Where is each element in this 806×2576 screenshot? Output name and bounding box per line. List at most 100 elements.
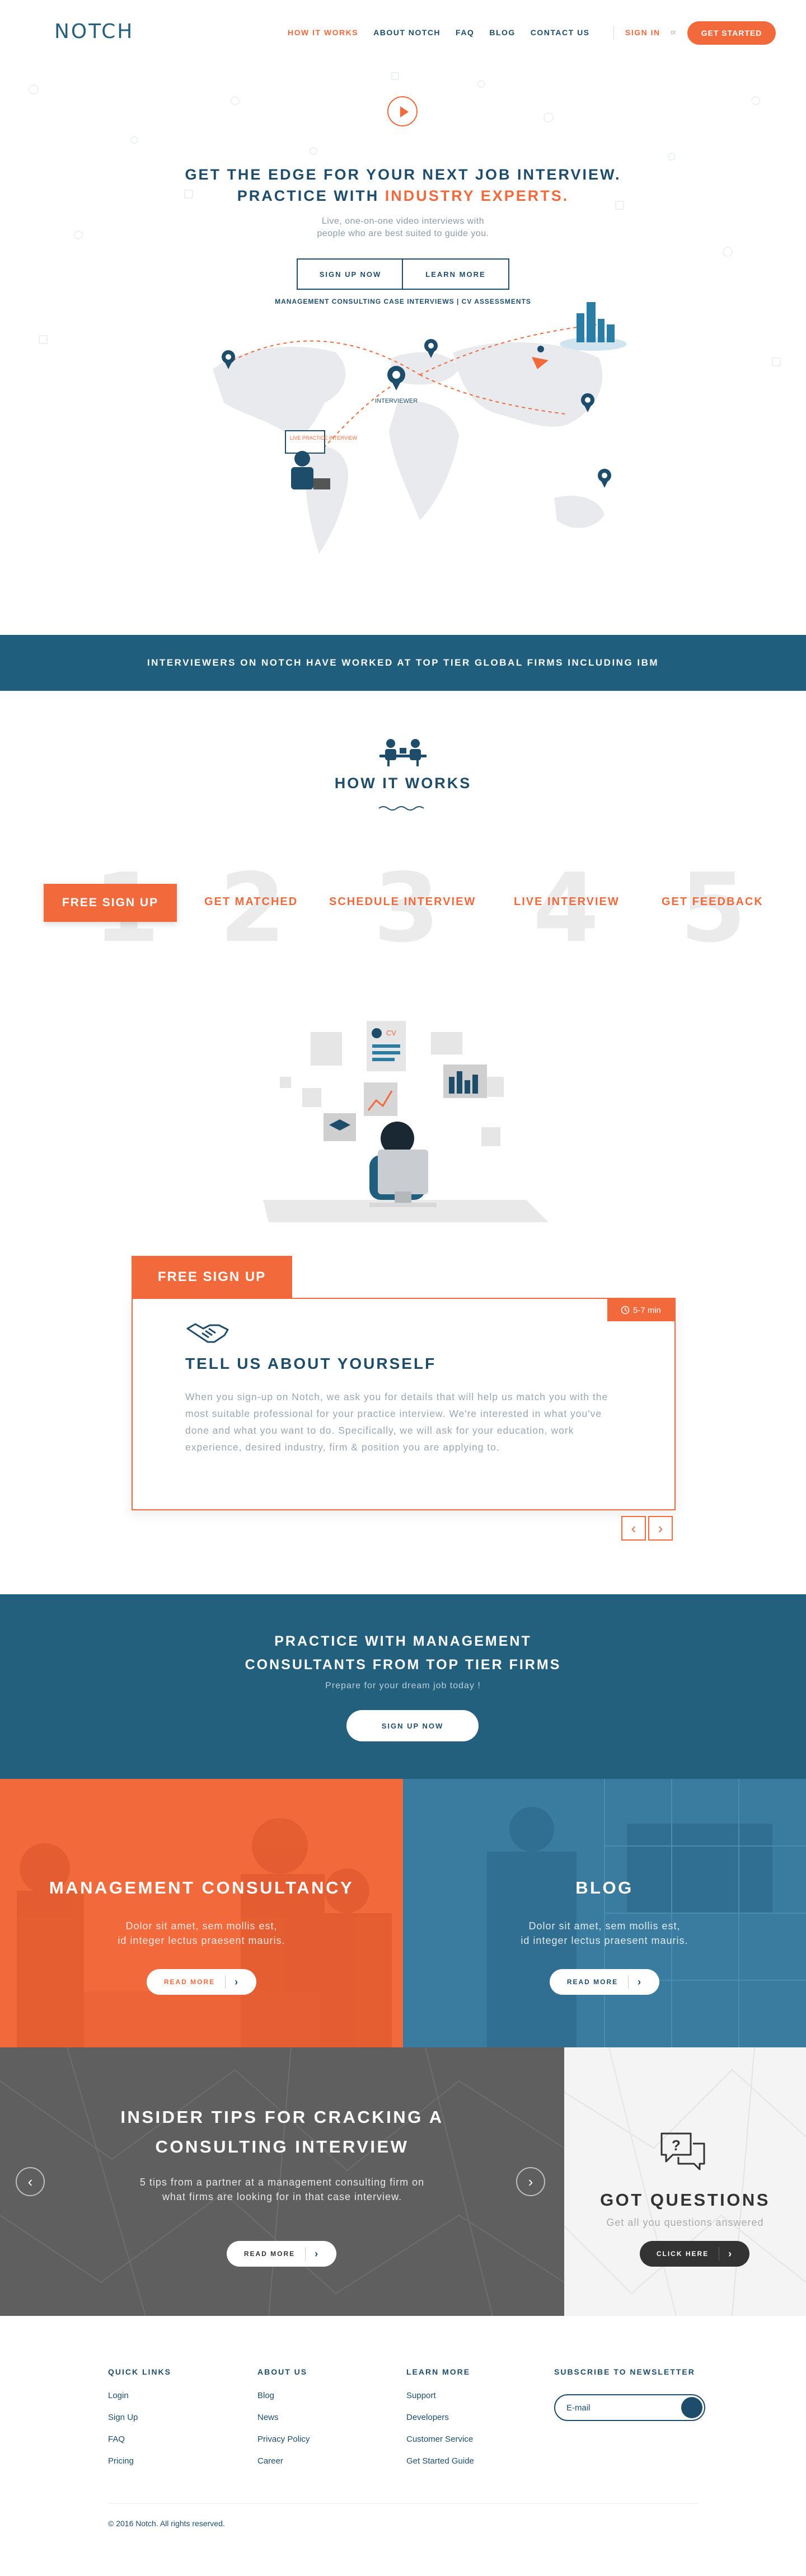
newsletter-submit-button[interactable]: ✉ <box>681 2397 702 2418</box>
main-menu: HOW IT WORKS ABOUT NOTCH FAQ BLOG CONTAC… <box>288 28 590 37</box>
footer-divider <box>108 2503 698 2504</box>
chevron-right-icon: › <box>225 1975 239 1989</box>
handshake-icon <box>186 1323 229 1343</box>
svg-text:?: ? <box>672 2137 681 2154</box>
mc-read-more-button[interactable]: READ MORE › <box>147 1969 256 1995</box>
nav-faq[interactable]: FAQ <box>456 28 474 37</box>
nav-contact[interactable]: CONTACT US <box>531 28 590 37</box>
prev-step-button[interactable]: ‹ <box>621 1516 646 1541</box>
chevron-right-icon: › <box>305 2247 319 2261</box>
step-number-2: 2 <box>219 853 286 964</box>
step-get-matched[interactable]: GET MATCHED <box>204 896 298 908</box>
blog-desc-1: Dolor sit amet, sem mollis est, <box>528 1920 681 1932</box>
nav-about[interactable]: ABOUT NOTCH <box>373 28 441 37</box>
newsletter-email-input[interactable]: E-mail ✉ <box>554 2394 705 2421</box>
meeting-icon <box>379 739 427 766</box>
footer-link-sign-up[interactable]: Sign Up <box>108 2413 171 2422</box>
mail-icon: ✉ <box>692 2405 700 2415</box>
got-questions-tile[interactable]: ? GOT QUESTIONS Get all you questions an… <box>564 2047 806 2316</box>
cv-label: CV <box>386 1029 396 1037</box>
step-free-sign-up[interactable]: FREE SIGN UP <box>44 884 177 922</box>
hero-learn-more-button[interactable]: LEARN MORE <box>402 258 509 290</box>
nav-blog[interactable]: BLOG <box>489 28 515 37</box>
footer-about: ABOUT US Blog News Privacy Policy Career <box>257 2367 310 2478</box>
nav-how-it-works[interactable]: HOW IT WORKS <box>288 28 358 37</box>
time-estimate-badge: 5-7 min <box>607 1299 674 1321</box>
hero-sign-up-button[interactable]: SIGN UP NOW <box>297 258 404 290</box>
footer-link-pricing[interactable]: Pricing <box>108 2456 171 2466</box>
cta-subtitle: Prepare for your dream job today ! <box>325 1681 481 1690</box>
page: NOTCH HOW IT WORKS ABOUT NOTCH FAQ BLOG … <box>0 0 806 2576</box>
mc-read-more-label: READ MORE <box>163 1978 215 1986</box>
practice-cta: PRACTICE WITH MANAGEMENT CONSULTANTS FRO… <box>0 1594 806 1779</box>
step-live-interview[interactable]: LIVE INTERVIEW <box>514 896 620 908</box>
play-video-button[interactable] <box>387 96 418 126</box>
questions-click-here-label: CLICK HERE <box>656 2250 709 2258</box>
map-interviewer-label: INTERVIEWER <box>375 398 418 404</box>
blog-read-more-label: READ MORE <box>566 1978 618 1986</box>
email-placeholder: E-mail <box>566 2403 591 2413</box>
map-live-label: LIVE PRACTICE INTERVIEW <box>290 435 357 441</box>
hero: GET THE EDGE FOR YOUR NEXT JOB INTERVIEW… <box>0 67 806 635</box>
chevron-right-icon: › <box>628 1975 642 1989</box>
footer-link-privacy[interactable]: Privacy Policy <box>257 2434 310 2444</box>
blog-title: BLOG <box>575 1878 634 1897</box>
footer-link-support[interactable]: Support <box>406 2391 474 2400</box>
footer-learn-more: LEARN MORE Support Developers Customer S… <box>406 2367 474 2478</box>
time-estimate-text: 5-7 min <box>632 1305 662 1315</box>
blog-desc-2: id integer lectus praesent mauris. <box>521 1935 688 1946</box>
blog-tile[interactable]: BLOG Dolor sit amet, sem mollis est, id … <box>403 1779 806 2047</box>
hero-title-line2-start: PRACTICE WITH <box>237 187 385 204</box>
questions-click-here-button[interactable]: CLICK HERE › <box>640 2241 749 2267</box>
get-started-button[interactable]: GET STARTED <box>687 21 776 45</box>
copyright: © 2016 Notch. All rights reserved. <box>108 2519 225 2528</box>
hero-subtitle-2: people who are best suited to guide you. <box>317 229 489 238</box>
hero-subtitle-1: Live, one-on-one video interviews with <box>321 216 485 226</box>
world-map-illustration: LIVE PRACTICE INTERVIEW INTERVIEWER <box>213 302 627 554</box>
step-card-text: When you sign-up on Notch, we ask you fo… <box>185 1391 608 1453</box>
next-step-button[interactable]: › <box>648 1516 673 1541</box>
step-schedule-interview[interactable]: SCHEDULE INTERVIEW <box>329 896 476 908</box>
footer-newsletter-title: SUBSCRIBE TO NEWSLETTER <box>554 2367 695 2376</box>
cta-sign-up-button[interactable]: SIGN UP NOW <box>346 1710 479 1741</box>
tips-title-line1: INSIDER TIPS FOR CRACKING A <box>120 2107 444 2127</box>
mc-desc-1: Dolor sit amet, sem mollis est, <box>125 1920 278 1932</box>
footer-link-customer-service[interactable]: Customer Service <box>406 2434 474 2444</box>
blog-read-more-button[interactable]: READ MORE › <box>550 1969 659 1995</box>
clock-icon <box>621 1306 630 1315</box>
step-number-5: 5 <box>680 853 747 964</box>
tips-desc-1: 5 tips from a partner at a management co… <box>139 2177 425 2188</box>
footer: QUICK LINKS Login Sign Up FAQ Pricing AB… <box>0 2316 806 2576</box>
tips-read-more-button[interactable]: READ MORE › <box>227 2241 336 2267</box>
cta-title-line2: CONSULTANTS FROM TOP TIER FIRMS <box>245 1657 561 1673</box>
footer-link-get-started-guide[interactable]: Get Started Guide <box>406 2456 474 2466</box>
logo[interactable]: NOTCH <box>54 20 134 43</box>
meeting-photo-overlay <box>17 1818 392 2047</box>
footer-link-faq[interactable]: FAQ <box>108 2434 171 2444</box>
chat-question-icon: ? <box>660 2132 705 2170</box>
footer-link-blog[interactable]: Blog <box>257 2391 310 2400</box>
footer-quick-links: QUICK LINKS Login Sign Up FAQ Pricing <box>108 2367 171 2478</box>
footer-link-developers[interactable]: Developers <box>406 2413 474 2422</box>
sign-in-link[interactable]: SIGN IN <box>625 28 660 37</box>
mc-desc-2: id integer lectus praesent mauris. <box>118 1935 285 1946</box>
step-get-feedback[interactable]: GET FEEDBACK <box>662 896 763 908</box>
footer-link-login[interactable]: Login <box>108 2391 171 2400</box>
tips-desc-2: what firms are looking for in that case … <box>162 2191 402 2202</box>
step-number-4: 4 <box>533 853 599 964</box>
how-it-works-title: HOW IT WORKS <box>334 775 472 792</box>
step-number-3: 3 <box>373 853 440 964</box>
step-card-title: TELL US ABOUT YOURSELF <box>185 1355 437 1372</box>
insider-tips-tile[interactable]: ‹ › INSIDER TIPS FOR CRACKING A CONSULTI… <box>0 2047 564 2316</box>
tips-title-line2: CONSULTING INTERVIEW <box>155 2137 409 2156</box>
step-detail-card: 5-7 min TELL US ABOUT YOURSELF When you … <box>132 1298 676 1510</box>
footer-link-career[interactable]: Career <box>257 2456 310 2466</box>
chevron-right-icon: › <box>719 2247 733 2261</box>
top-nav: NOTCH HOW IT WORKS ABOUT NOTCH FAQ BLOG … <box>0 0 806 67</box>
footer-link-news[interactable]: News <box>257 2413 310 2422</box>
management-consultancy-tile[interactable]: MANAGEMENT CONSULTANCY Dolor sit amet, s… <box>0 1779 403 2047</box>
nav-divider <box>613 26 614 39</box>
or-text: or <box>671 29 676 36</box>
blog-photo-overlay <box>487 1779 806 2047</box>
footer-learn-more-title: LEARN MORE <box>406 2367 471 2376</box>
